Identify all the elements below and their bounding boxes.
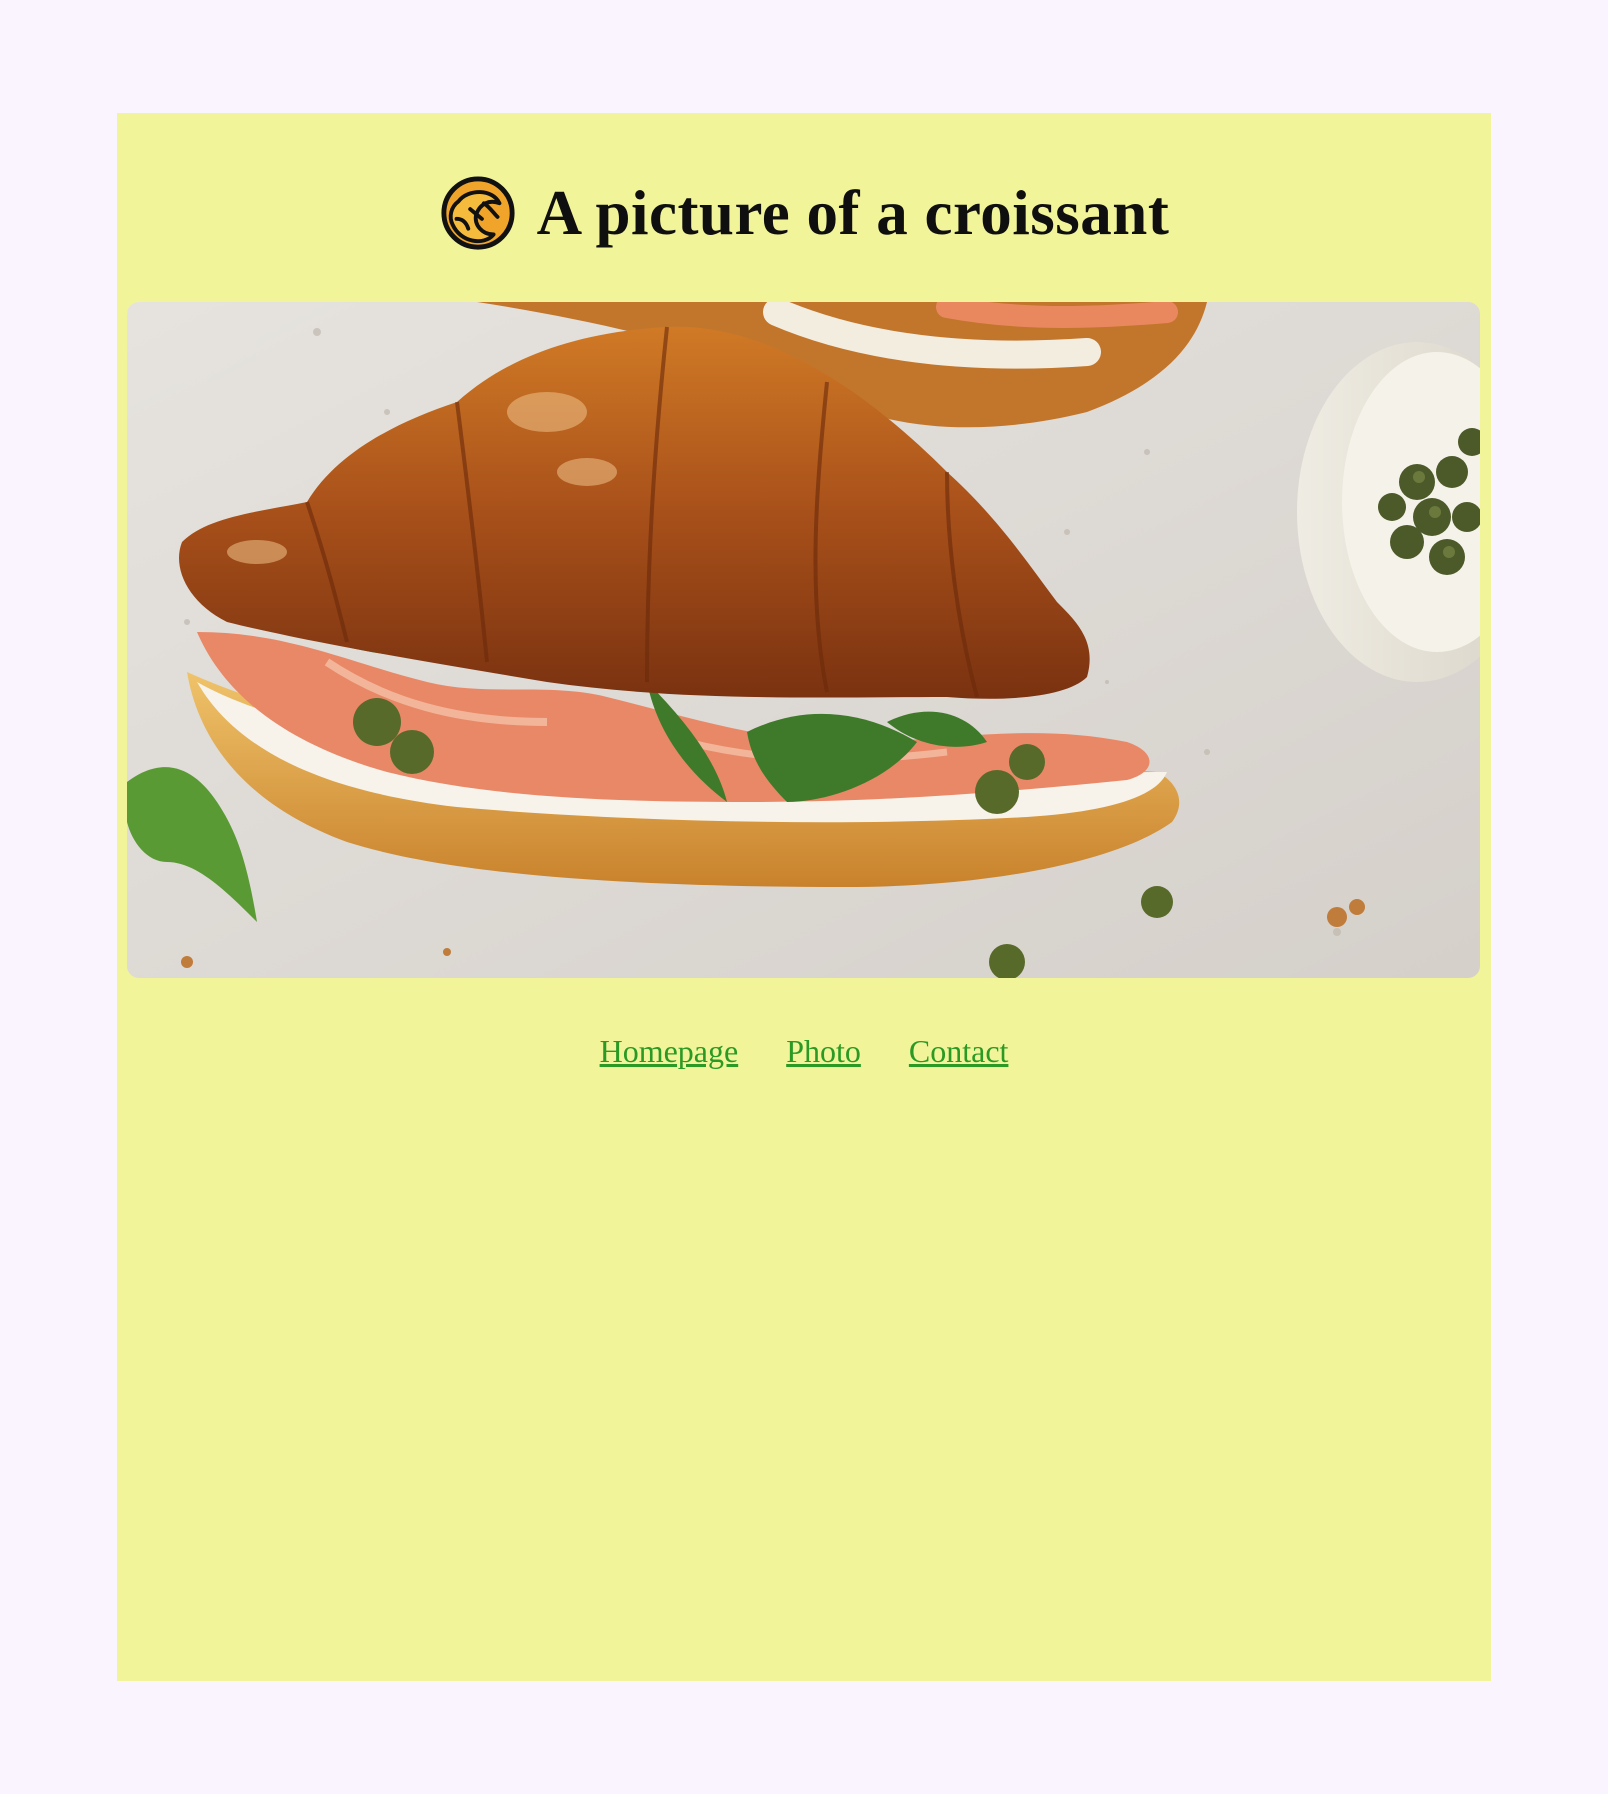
croissant-icon	[441, 176, 515, 250]
page-card: A picture of a croissant Homepage Photo …	[117, 113, 1491, 1681]
nav-link-contact[interactable]: Contact	[909, 1033, 1009, 1070]
nav-link-homepage[interactable]: Homepage	[600, 1033, 739, 1070]
page-title: A picture of a croissant	[536, 177, 1170, 248]
nav-link-photo[interactable]: Photo	[786, 1033, 861, 1070]
main-nav: Homepage Photo Contact	[117, 1033, 1491, 1070]
page-header: A picture of a croissant	[117, 153, 1491, 273]
croissant-photo	[127, 302, 1480, 978]
croissant-sandwich-image	[127, 302, 1480, 978]
